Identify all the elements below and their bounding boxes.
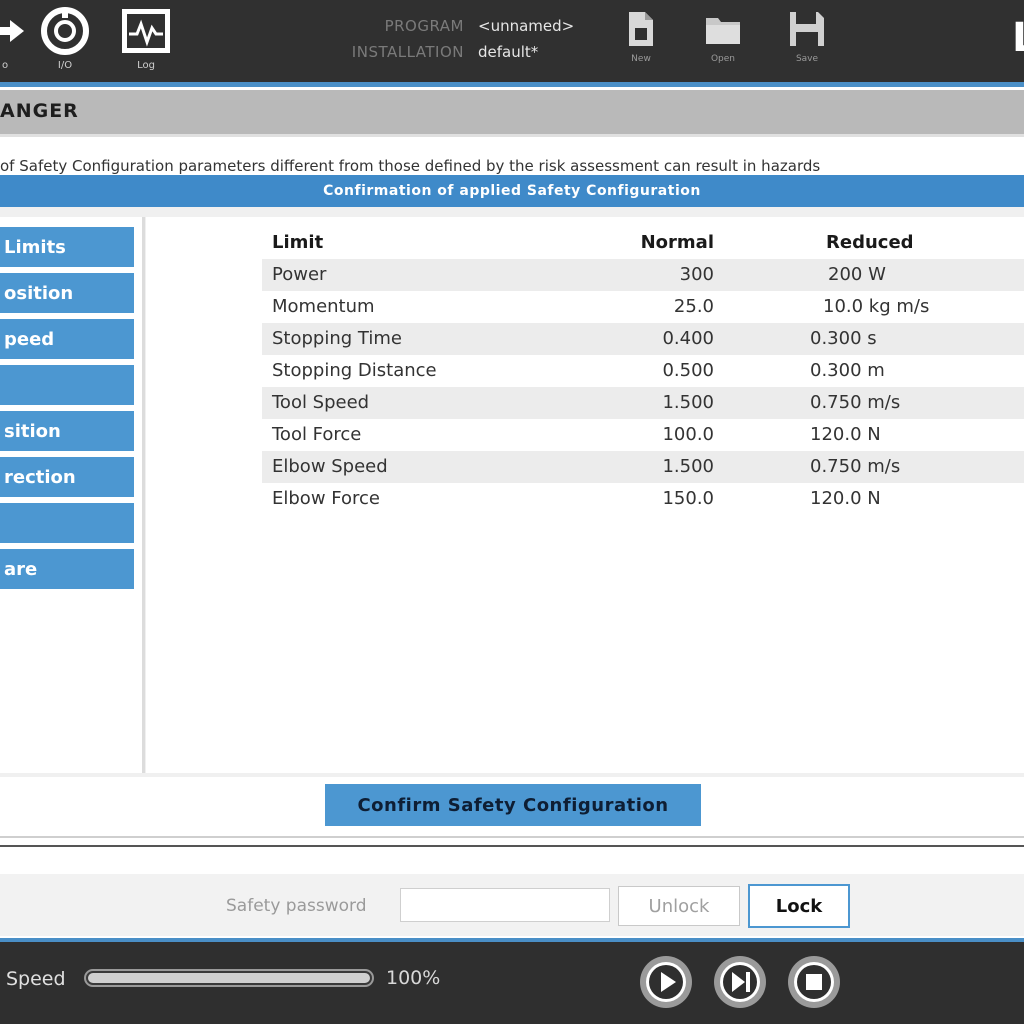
sidebar-item-tool-direction[interactable]: rection	[0, 457, 134, 500]
speed-label: Speed	[6, 968, 66, 990]
table-row: Power 300 200 W	[262, 259, 1024, 291]
column-header-reduced: Reduced	[826, 232, 914, 253]
table-row: Momentum 25.0 10.0 kg m/s	[262, 291, 1024, 323]
safety-password-input[interactable]	[400, 888, 610, 922]
reduced-value: 120.0 N	[810, 488, 881, 509]
play-icon	[646, 962, 686, 1002]
limit-name: Power	[272, 264, 327, 285]
reduced-value: 0.300 m	[810, 360, 885, 381]
new-file-icon	[629, 12, 653, 46]
reduced-value: 200 W	[828, 264, 886, 285]
sidebar-item-label: Limits	[4, 236, 66, 258]
table-row: Stopping Distance 0.500 0.300 m	[262, 355, 1024, 387]
dialog-header: Confirmation of applied Safety Configura…	[0, 175, 1024, 207]
limit-name: Tool Speed	[272, 392, 370, 413]
limit-name: Momentum	[272, 296, 375, 317]
limit-name: Tool Force	[272, 424, 362, 445]
lock-button[interactable]: Lock	[748, 884, 850, 928]
open-button[interactable]: Open	[693, 10, 753, 76]
open-button-label: Open	[710, 54, 736, 64]
reduced-value: 0.750 m/s	[810, 392, 901, 413]
warning-text: of Safety Configuration parameters diffe…	[0, 157, 821, 175]
table-row: Stopping Time 0.400 0.300 s	[262, 323, 1024, 355]
sidebar-item-blank-1[interactable]	[0, 365, 134, 408]
speed-slider-fill	[88, 973, 370, 983]
spacer-band	[0, 847, 1024, 873]
sidebar-item-speed[interactable]: peed	[0, 319, 134, 362]
save-icon	[790, 12, 824, 46]
sidebar-item-label: osition	[4, 282, 74, 304]
safety-password-label: Safety password	[226, 896, 367, 916]
reduced-value: 120.0 N	[810, 424, 881, 445]
normal-value: 25.0	[673, 296, 714, 317]
io-button-label: I/O	[57, 60, 73, 71]
sidebar-item-limits[interactable]: Limits	[0, 227, 134, 270]
move-button-label: o	[1, 60, 9, 71]
normal-value: 1.500	[662, 392, 714, 413]
sidebar-item-blank-2[interactable]	[0, 503, 134, 546]
stop-button[interactable]	[788, 956, 840, 1008]
step-icon	[720, 962, 760, 1002]
speed-slider[interactable]	[84, 969, 374, 987]
sidebar-item-tool-position[interactable]: sition	[0, 411, 134, 454]
divider	[0, 836, 1024, 838]
installation-name: default*	[478, 43, 539, 61]
speed-value: 100%	[386, 967, 441, 989]
sidebar-item-label: peed	[4, 328, 55, 350]
program-name: <unnamed>	[478, 17, 575, 35]
io-dial-icon	[41, 7, 89, 55]
column-header-limit: Limit	[272, 232, 324, 253]
normal-value: 150.0	[662, 488, 714, 509]
reduced-value: 10.0 kg m/s	[823, 296, 930, 317]
log-graph-icon	[122, 9, 170, 53]
sidebar-item-label: sition	[4, 420, 61, 442]
log-button-label: Log	[137, 60, 155, 71]
page-title: ANGER	[0, 100, 79, 122]
installation-label: INSTALLATION	[351, 43, 464, 61]
step-button[interactable]	[714, 956, 766, 1008]
normal-value: 0.500	[662, 360, 714, 381]
dialog-title: Confirmation of applied Safety Configura…	[323, 183, 701, 199]
reduced-value: 0.750 m/s	[810, 456, 901, 477]
table-row: Tool Speed 1.500 0.750 m/s	[262, 387, 1024, 419]
new-button[interactable]: New	[611, 10, 671, 76]
save-button[interactable]: Save	[777, 10, 837, 76]
move-arrow-icon	[0, 20, 24, 42]
folder-icon	[706, 18, 740, 44]
column-header-normal: Normal	[640, 232, 714, 253]
limit-name: Elbow Speed	[272, 456, 388, 477]
reduced-value: 0.300 s	[810, 328, 877, 349]
limit-name: Stopping Distance	[272, 360, 437, 381]
normal-value: 0.400	[662, 328, 714, 349]
sidebar-item-position[interactable]: osition	[0, 273, 134, 316]
sidebar-item-label: are	[4, 558, 38, 580]
save-button-label: Save	[795, 54, 819, 64]
title-strip	[0, 90, 1024, 134]
log-button[interactable]: Log	[111, 6, 181, 80]
table-row: Tool Force 100.0 120.0 N	[262, 419, 1024, 451]
sidebar-item-hardware[interactable]: are	[0, 549, 134, 592]
limit-name: Stopping Time	[272, 328, 402, 349]
confirm-safety-configuration-button[interactable]: Confirm Safety Configuration	[325, 784, 701, 826]
brand-glyph: L	[1012, 18, 1024, 58]
sidebar-item-label: rection	[4, 466, 76, 488]
title-divider	[0, 134, 1024, 137]
io-button[interactable]: I/O	[30, 6, 100, 80]
stop-icon	[794, 962, 834, 1002]
program-label: PROGRAM	[384, 17, 464, 35]
limit-name: Elbow Force	[272, 488, 380, 509]
footer-accent-line	[0, 938, 1024, 942]
play-button[interactable]	[640, 956, 692, 1008]
table-row: Elbow Force 150.0 120.0 N	[262, 483, 1024, 515]
normal-value: 1.500	[662, 456, 714, 477]
toolbar-accent-line	[0, 82, 1024, 87]
normal-value: 300	[679, 264, 714, 285]
new-button-label: New	[631, 54, 651, 64]
unlock-button[interactable]: Unlock	[618, 886, 740, 926]
table-row: Elbow Speed 1.500 0.750 m/s	[262, 451, 1024, 483]
normal-value: 100.0	[662, 424, 714, 445]
